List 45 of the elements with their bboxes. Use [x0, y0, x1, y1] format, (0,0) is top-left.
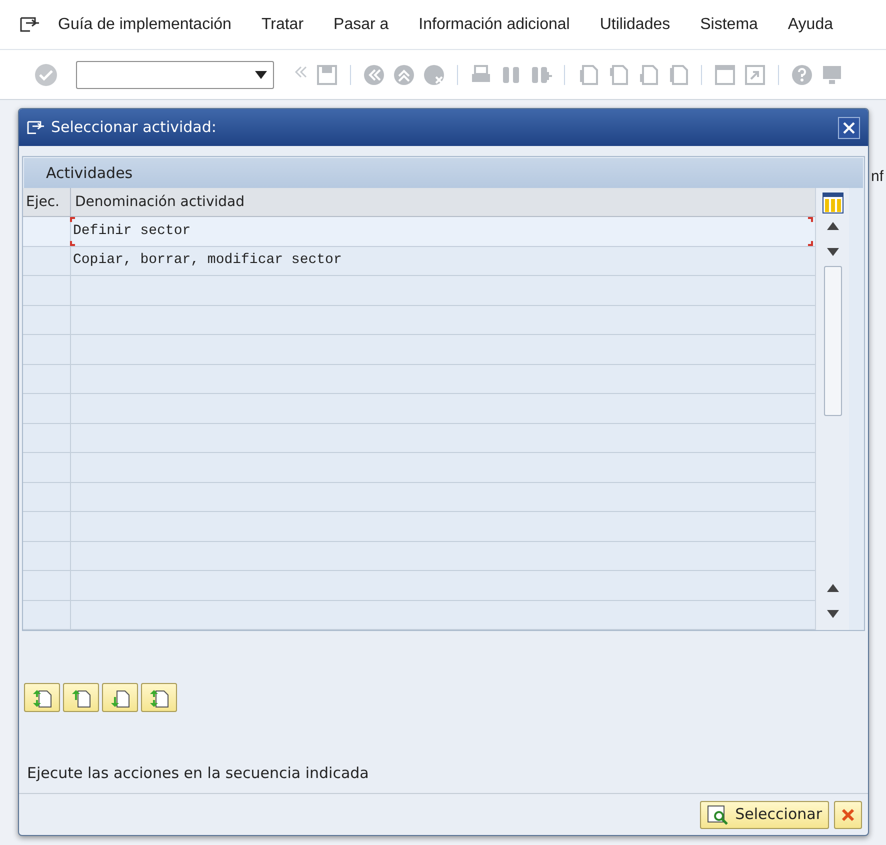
menu-icon [27, 120, 45, 136]
close-icon [843, 122, 855, 134]
menu-item[interactable]: Pasar a [334, 12, 389, 36]
toolbar-button[interactable] [63, 683, 99, 712]
up-circle-icon[interactable] [393, 64, 415, 86]
table-title: Actividades [46, 162, 133, 184]
scroll-up-icon[interactable] [826, 222, 838, 230]
scroll-down-icon[interactable] [826, 610, 838, 618]
toolbar-button[interactable] [102, 683, 138, 712]
close-button[interactable] [838, 116, 860, 138]
menu-item[interactable]: Información adicional [418, 12, 570, 36]
dialog-title: Seleccionar actividad: [51, 117, 216, 138]
menu-item[interactable]: Ayuda [788, 12, 833, 36]
checkmark-icon[interactable] [34, 62, 58, 86]
menu-icon[interactable] [20, 16, 40, 34]
scroll-up-icon[interactable] [826, 584, 838, 592]
toolbar-button[interactable] [141, 683, 177, 712]
toolbar-button[interactable] [24, 683, 60, 712]
table-cell-text: Copiar, borrar, modificar sector [73, 251, 342, 270]
scroll-down-icon[interactable] [826, 248, 838, 256]
help-icon[interactable] [791, 64, 813, 86]
background-text: nf [871, 167, 884, 187]
status-message: Ejecute las acciones en la secuencia indicada [27, 763, 370, 784]
cancel-button[interactable] [834, 800, 862, 828]
shortcut-icon[interactable] [744, 64, 766, 86]
magnifier-icon [707, 804, 730, 824]
menu-item[interactable]: Sistema [700, 12, 758, 36]
column-header[interactable]: Ejec. [23, 188, 70, 216]
scrollbar-thumb[interactable] [824, 266, 842, 416]
menu-item[interactable]: Guía de implementación [58, 12, 232, 36]
select-button[interactable]: Seleccionar [700, 800, 829, 828]
new-window-icon[interactable] [714, 64, 736, 86]
menu-item[interactable]: Tratar [261, 12, 304, 36]
command-field[interactable] [76, 60, 274, 88]
save-icon[interactable] [316, 64, 338, 86]
close-icon [841, 808, 855, 822]
table-row[interactable]: Definir sector [23, 217, 815, 246]
column-settings-icon[interactable] [822, 192, 844, 214]
cancel-circle-icon[interactable] [423, 64, 445, 86]
table-row[interactable]: Copiar, borrar, modificar sector [23, 246, 815, 276]
menu-item[interactable]: Utilidades [600, 12, 670, 36]
monitor-icon[interactable] [821, 64, 843, 86]
table-cell-text: Definir sector [73, 222, 191, 241]
back-circle-icon[interactable] [363, 64, 385, 86]
dropdown-icon [255, 70, 267, 78]
